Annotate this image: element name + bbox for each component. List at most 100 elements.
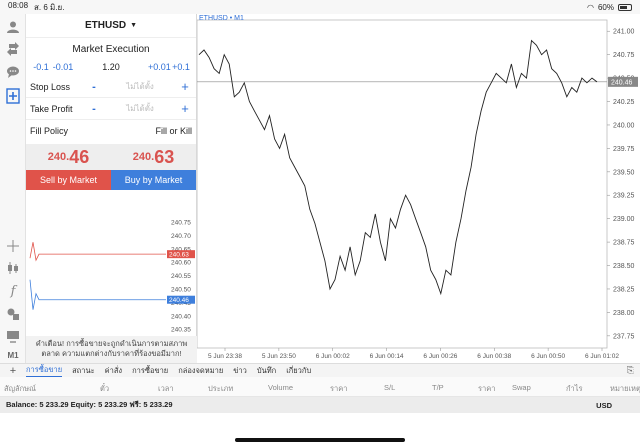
price-chart-svg[interactable]: 241.00240.75240.50240.25240.00239.75239.… bbox=[196, 14, 640, 363]
execution-type[interactable]: Market Execution bbox=[26, 38, 196, 58]
tab-orders[interactable]: ค่าสั่ง bbox=[105, 365, 122, 377]
stop-loss-plus-button[interactable]: + bbox=[178, 79, 192, 94]
trade-arrows-icon[interactable] bbox=[4, 40, 22, 58]
take-profit-label: Take Profit bbox=[30, 103, 73, 114]
col-price[interactable]: ราคา bbox=[330, 383, 347, 395]
home-indicator[interactable] bbox=[235, 438, 405, 442]
status-bar: 08:08 ส. 6 มิ.ย. ◠ 60% bbox=[0, 0, 640, 14]
x-tick-label: 5 Jun 23:50 bbox=[262, 353, 296, 360]
take-profit-minus-button[interactable]: - bbox=[86, 103, 102, 115]
volume-minus-0-1[interactable]: -0.1 bbox=[30, 62, 52, 72]
fill-policy-value: Fill or Kill bbox=[155, 126, 192, 136]
templates-icon[interactable] bbox=[4, 327, 22, 345]
y-tick-label: 239.75 bbox=[613, 146, 635, 153]
mini-tick-label: 240.75 bbox=[171, 220, 191, 227]
tab-mailbox[interactable]: กล่องจดหมาย bbox=[178, 365, 223, 377]
volume-minus-0-01[interactable]: -0.01 bbox=[52, 62, 74, 72]
mini-tick-label: 240.70 bbox=[171, 233, 191, 240]
crosshair-icon[interactable] bbox=[4, 237, 22, 255]
col-profit[interactable]: กำไร bbox=[566, 383, 583, 395]
take-profit-plus-button[interactable]: + bbox=[178, 101, 192, 116]
mini-tick-label: 240.50 bbox=[171, 287, 191, 294]
price-chart[interactable]: 241.00240.75240.50240.25240.00239.75239.… bbox=[196, 14, 640, 363]
col-volume[interactable]: Volume bbox=[268, 383, 293, 392]
y-tick-label: 238.25 bbox=[613, 286, 635, 293]
col-sl[interactable]: S/L bbox=[384, 383, 395, 392]
mini-tick-label: 240.60 bbox=[171, 260, 191, 267]
price-display: 240. 46 240. 63 bbox=[26, 144, 196, 170]
tab-history[interactable]: การซื้อขาย bbox=[132, 365, 168, 377]
execution-warning: คำเตือน! การซื้อขายจะถูกดำเนินการตามสภาพ… bbox=[26, 336, 197, 363]
stop-loss-minus-button[interactable]: - bbox=[86, 81, 102, 93]
mini-ask-line bbox=[29, 242, 166, 262]
current-price-tag: 240.46 bbox=[611, 79, 633, 86]
col-ticket[interactable]: ตั๋ว bbox=[100, 383, 109, 395]
y-tick-label: 239.00 bbox=[613, 216, 635, 223]
x-tick-label: 6 Jun 00:14 bbox=[370, 353, 404, 360]
order-panel: ETHUSD ▼ Market Execution -0.1 -0.01 1.2… bbox=[26, 14, 197, 363]
volume-value[interactable]: 1.20 bbox=[74, 62, 148, 72]
tab-about[interactable]: เกี่ยวกับ bbox=[286, 365, 311, 377]
y-tick-label: 240.00 bbox=[613, 122, 635, 129]
toolbox-tabs: + การซื้อขาย สถานะ ค่าสั่ง การซื้อขาย กล… bbox=[0, 363, 640, 377]
col-tp[interactable]: T/P bbox=[432, 383, 444, 392]
col-current-price[interactable]: ราคา bbox=[478, 383, 495, 395]
mini-ask-tag: 240.63 bbox=[169, 252, 189, 259]
fill-policy-row[interactable]: Fill Policy Fill or Kill bbox=[26, 120, 196, 142]
x-tick-label: 6 Jun 00:50 bbox=[531, 353, 565, 360]
tick-chart: 240.75240.70240.65240.60240.55240.50240.… bbox=[29, 220, 195, 334]
col-type[interactable]: ประเภท bbox=[208, 383, 233, 395]
stop-loss-value[interactable]: ไม่ได้ตั้ง bbox=[102, 80, 178, 93]
y-tick-label: 238.75 bbox=[613, 240, 635, 247]
battery-percent: 60% bbox=[597, 2, 614, 12]
col-symbol[interactable]: สัญลักษณ์ bbox=[4, 383, 36, 395]
tab-trade[interactable]: การซื้อขาย bbox=[26, 364, 63, 377]
take-profit-row: Take Profit - ไม่ได้ตั้ง + bbox=[26, 98, 196, 120]
battery-icon bbox=[618, 3, 632, 11]
volume-row: -0.1 -0.01 1.20 +0.01 +0.1 bbox=[26, 58, 196, 76]
chart-symbol-label: ETHUSD • M1 bbox=[199, 15, 244, 22]
candles-icon[interactable] bbox=[4, 259, 22, 277]
mini-bid-tag: 240.46 bbox=[169, 297, 189, 304]
account-icon[interactable] bbox=[4, 18, 22, 36]
fill-policy-label: Fill Policy bbox=[30, 126, 69, 136]
tab-news[interactable]: ข่าว bbox=[233, 365, 247, 377]
symbol-label: ETHUSD bbox=[84, 20, 127, 31]
take-profit-value[interactable]: ไม่ได้ตั้ง bbox=[102, 102, 178, 115]
plot-frame bbox=[196, 19, 608, 349]
mini-tick-label: 240.55 bbox=[171, 273, 191, 280]
caret-down-icon: ▼ bbox=[130, 22, 138, 29]
trade-buttons: Sell by Market Buy by Market bbox=[26, 170, 196, 190]
status-date: ส. 6 มิ.ย. bbox=[34, 2, 65, 12]
balance-currency: USD bbox=[596, 400, 612, 410]
balance-bar: Balance: 5 233.29 Equity: 5 233.29 ฟรี: … bbox=[0, 397, 640, 413]
col-swap[interactable]: Swap bbox=[512, 383, 531, 392]
export-icon[interactable]: ⎘ bbox=[627, 365, 634, 376]
indicators-icon[interactable]: f bbox=[4, 282, 22, 300]
col-time[interactable]: เวลา bbox=[158, 383, 174, 395]
ask-price: 240. 63 bbox=[132, 146, 175, 167]
left-toolbar: f M1 bbox=[0, 14, 26, 363]
mini-tick-label: 240.35 bbox=[171, 327, 191, 334]
volume-plus-0-01[interactable]: +0.01 bbox=[148, 62, 171, 72]
x-tick-label: 6 Jun 00:02 bbox=[316, 353, 350, 360]
sell-by-market-button[interactable]: Sell by Market bbox=[26, 170, 111, 190]
stop-loss-row: Stop Loss - ไม่ได้ตั้ง + bbox=[26, 76, 196, 98]
stop-loss-label: Stop Loss bbox=[30, 81, 71, 92]
bid-price: 240. 46 bbox=[47, 146, 90, 167]
symbol-selector[interactable]: ETHUSD ▼ bbox=[26, 14, 196, 38]
status-time: 08:08 bbox=[8, 0, 29, 10]
objects-icon[interactable] bbox=[4, 305, 22, 323]
tab-journal[interactable]: บันทึก bbox=[257, 365, 276, 377]
chat-icon[interactable] bbox=[4, 63, 22, 81]
volume-plus-0-1[interactable]: +0.1 bbox=[170, 62, 192, 72]
tab-exposure[interactable]: สถานะ bbox=[72, 365, 95, 377]
wifi-icon: ◠ bbox=[587, 2, 594, 12]
x-tick-label: 6 Jun 01:02 bbox=[585, 353, 619, 360]
col-comment[interactable]: หมายเหตุ bbox=[610, 383, 640, 395]
new-order-icon[interactable] bbox=[4, 87, 22, 105]
balance-text: Balance: 5 233.29 Equity: 5 233.29 ฟรี: … bbox=[6, 400, 173, 409]
buy-by-market-button[interactable]: Buy by Market bbox=[111, 170, 196, 190]
timeframe-button[interactable]: M1 bbox=[4, 346, 22, 364]
add-icon[interactable]: + bbox=[0, 365, 26, 377]
